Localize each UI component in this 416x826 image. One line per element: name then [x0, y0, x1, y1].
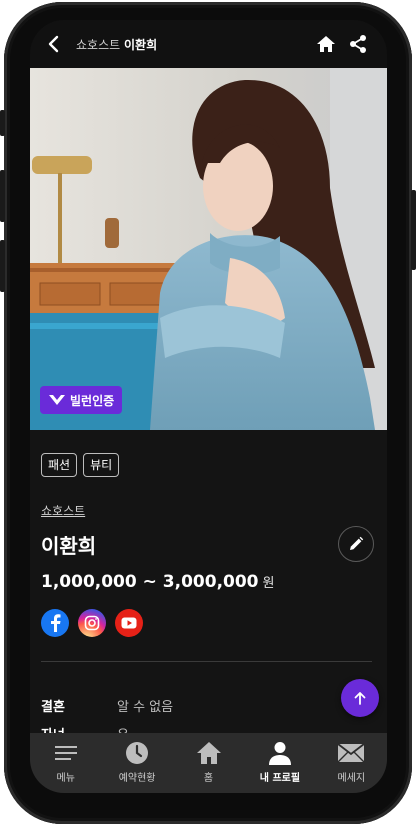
badge-label: 빌런인증 — [70, 393, 115, 408]
info-label: 결혼 — [41, 700, 65, 715]
profile-category-link[interactable]: 쇼호스트 — [41, 502, 85, 519]
nav-item-messages[interactable]: 메세지 — [316, 733, 387, 793]
youtube-icon[interactable] — [115, 609, 143, 637]
nav-item-reservations[interactable]: 예약현황 — [101, 733, 172, 793]
section-divider — [41, 661, 372, 662]
phone-volume-up — [0, 170, 5, 222]
bottom-navigation: 메뉴 예약현황 홈 내 프로필 메세지 — [30, 733, 387, 793]
nav-item-menu[interactable]: 메뉴 — [30, 733, 101, 793]
profile-details: 패션 뷰티 쇼호스트 이환희 1,000,000 ~ 3,000,000 원 결혼… — [30, 430, 387, 743]
price-range: 1,000,000 ~ 3,000,000 원 — [41, 572, 274, 592]
tag-fashion[interactable]: 패션 — [41, 453, 78, 477]
menu-icon — [54, 746, 77, 760]
nav-label: 메뉴 — [56, 773, 75, 784]
clock-icon — [126, 742, 149, 764]
phone-power-button — [411, 190, 416, 270]
home-icon[interactable] — [316, 35, 336, 53]
nav-item-home[interactable]: 홈 — [173, 733, 244, 793]
verified-badge: 빌런인증 — [40, 386, 123, 414]
profile-name: 이환희 — [41, 534, 97, 558]
back-icon[interactable] — [44, 34, 64, 54]
nav-label: 예약현황 — [118, 773, 156, 784]
edit-button[interactable] — [338, 526, 374, 562]
facebook-icon[interactable] — [41, 609, 69, 637]
nav-label: 메세지 — [337, 773, 366, 784]
page-title: 쇼호스트 이환희 — [76, 36, 157, 53]
app-screen: 쇼호스트 이환희 빌런인증 패션 뷰티 쇼호스트 이환희 1,000,000 ~… — [30, 20, 387, 793]
info-value: 알 수 없음 — [117, 700, 174, 715]
title-name: 이환희 — [124, 38, 158, 52]
villain-mark-icon — [49, 395, 65, 405]
home-icon — [196, 742, 221, 764]
profile-photo: 빌런인증 — [30, 68, 387, 430]
phone-volume-down — [0, 240, 5, 292]
profile-photo-illustration — [30, 68, 387, 430]
tag-beauty[interactable]: 뷰티 — [83, 453, 120, 477]
nav-label: 내 프로필 — [259, 773, 301, 784]
person-icon — [268, 742, 291, 765]
social-links — [41, 609, 143, 637]
scroll-to-top-button[interactable] — [341, 679, 379, 717]
pencil-icon — [350, 536, 364, 550]
price-value: 1,000,000 ~ 3,000,000 — [41, 572, 259, 592]
tag-list: 패션 뷰티 — [41, 453, 120, 477]
nav-item-my-profile[interactable]: 내 프로필 — [244, 733, 315, 793]
nav-label: 홈 — [203, 773, 214, 784]
share-icon[interactable] — [348, 34, 368, 54]
price-unit: 원 — [262, 576, 275, 591]
title-category: 쇼호스트 — [76, 38, 121, 52]
instagram-icon[interactable] — [78, 609, 106, 637]
phone-mute-switch — [0, 110, 5, 136]
mail-icon — [337, 743, 365, 763]
top-app-bar: 쇼호스트 이환희 — [30, 20, 387, 68]
arrow-up-icon — [354, 692, 366, 705]
info-row-marriage: 결혼 알 수 없음 — [41, 696, 173, 715]
